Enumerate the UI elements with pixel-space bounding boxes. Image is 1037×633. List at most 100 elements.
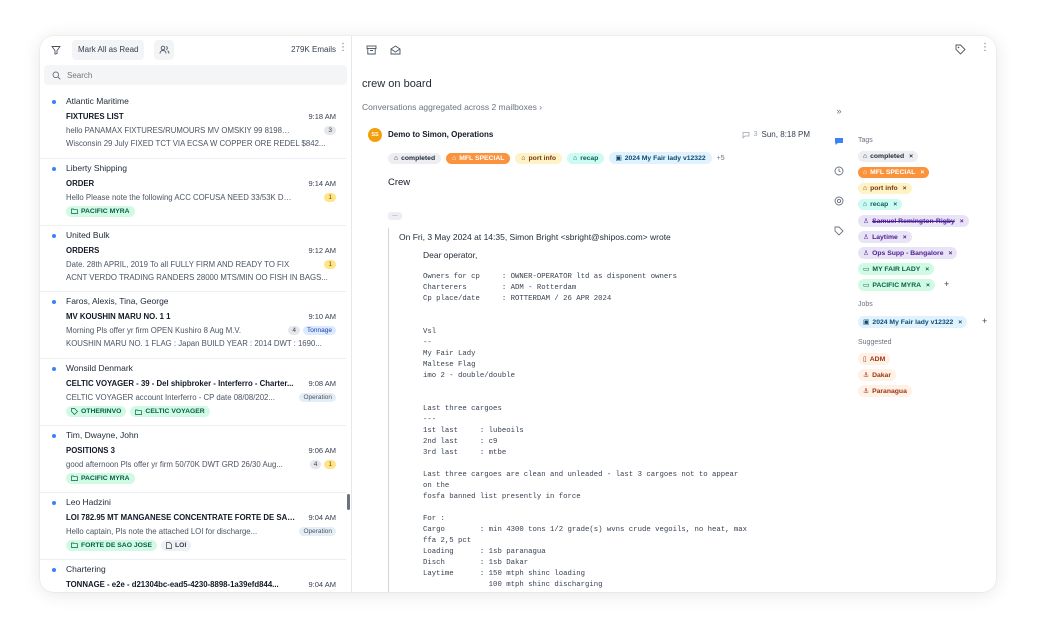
suggested-paranagua[interactable]: ⚓ Paranagua xyxy=(858,385,912,397)
tag-mfl-special[interactable]: ⌂ MFL SPECIAL xyxy=(446,152,511,164)
sidebar-tag-my-fair-lady[interactable]: ▭ MY FAIR LADY × xyxy=(858,263,935,275)
tag-toolbar-button[interactable] xyxy=(955,44,966,57)
more-tags-count[interactable]: +5 xyxy=(717,155,725,162)
kebab-menu-icon[interactable]: ⋮ xyxy=(338,42,348,53)
aggregated-mailboxes-link[interactable]: Conversations aggregated across 2 mailbo… xyxy=(362,102,542,112)
sidebar-tag-laytime[interactable]: ♙ Laytime × xyxy=(858,231,912,243)
unread-dot xyxy=(52,367,56,372)
people-icon xyxy=(159,45,169,54)
email-sender: Faros, Alexis, Tina, George xyxy=(66,296,169,307)
mark-unread-button[interactable] xyxy=(385,40,405,60)
folder-tag-label: PACIFIC MYRA xyxy=(81,474,130,482)
category-badge: Tonnage xyxy=(303,326,336,336)
quote-header: On Fri, 3 May 2024 at 14:35, Simon Brigh… xyxy=(399,232,671,242)
label-tag[interactable]: OTHERINVO xyxy=(66,406,127,418)
tag-recap[interactable]: ⌂ recap xyxy=(567,152,605,164)
job-tag[interactable]: ▣ 2024 My Fair lady v12322 xyxy=(609,152,712,164)
add-job-button[interactable]: + xyxy=(982,316,987,326)
folder-tag[interactable]: CELTIC VOYAGER xyxy=(130,406,210,418)
email-sender: Wonsild Denmark xyxy=(66,363,133,374)
thread-title: crew on board xyxy=(362,78,432,90)
document-icon xyxy=(166,541,172,549)
kebab-menu-icon[interactable]: ⋮ xyxy=(980,42,990,53)
email-row[interactable]: Faros, Alexis, Tina, George MV KOUSHIN M… xyxy=(40,292,346,360)
aggregated-text: Conversations aggregated across 2 mailbo… xyxy=(362,102,537,112)
briefcase-icon: ▣ xyxy=(863,319,870,326)
contacts-button[interactable] xyxy=(154,40,174,60)
folder-tag[interactable]: FORTE DE SAO JOSE xyxy=(66,539,158,551)
job-label: 2024 My Fair lady v12322 xyxy=(624,154,706,162)
sidebar-tag-port-info[interactable]: ⌂ port info × xyxy=(858,183,912,194)
remove-tag-icon[interactable]: × xyxy=(903,234,907,241)
search-box[interactable] xyxy=(44,65,347,85)
email-list: Atlantic Maritime FIXTURES LIST 9:18 AM … xyxy=(40,92,346,592)
sidebar-tag-mfl-special[interactable]: ⌂ MFL SPECIAL × xyxy=(858,167,930,178)
tag-completed[interactable]: ⌂ completed xyxy=(388,152,442,164)
email-list-panel: Mark All as Read 279K Emails ⋮ Atlantic … xyxy=(40,36,352,592)
email-preview: CELTIC VOYAGER account Interferro - CP d… xyxy=(66,393,275,403)
tag-icon xyxy=(834,226,844,236)
email-time: 9:14 AM xyxy=(308,178,336,188)
tag-label: Samuel Remington-Rigby xyxy=(872,217,955,225)
details-panel: Tags ⌂ completed × ⌂ MFL SPECIAL × ⌂ port inf… xyxy=(852,64,996,592)
document-tag[interactable]: LOI xyxy=(161,539,192,551)
sidebar-tag-ops-supp[interactable]: ♙ Ops Supp - Bangalore × xyxy=(858,247,958,259)
contacts-rail-button[interactable] xyxy=(832,194,846,208)
archive-button[interactable] xyxy=(361,40,381,60)
email-row[interactable]: Tim, Dwayne, John POSITIONS 3 9:06 AM go… xyxy=(40,426,346,493)
email-row[interactable]: Leo Hadzini LOI 782.95 MT MANGANESE CONC… xyxy=(40,493,346,560)
remove-tag-icon[interactable]: × xyxy=(893,201,897,208)
tag-label: recap xyxy=(580,154,599,162)
folder-tag[interactable]: PACIFIC MYRA xyxy=(66,472,135,484)
tags-rail-button[interactable] xyxy=(832,224,846,238)
email-row[interactable]: Wonsild Denmark CELTIC VOYAGER - 39 - De… xyxy=(40,359,346,426)
email-sender: Tim, Dwayne, John xyxy=(66,429,139,440)
sidebar-job[interactable]: ▣ 2024 My Fair lady v12322 × xyxy=(858,316,968,328)
remove-job-icon[interactable]: × xyxy=(958,319,962,326)
tag-icon: ⌂ xyxy=(863,201,868,208)
remove-tag-icon[interactable]: × xyxy=(920,169,924,176)
mark-all-read-button[interactable]: Mark All as Read xyxy=(72,40,145,60)
email-row[interactable]: United Bulk ORDERS 9:12 AM Date. 28th AP… xyxy=(40,226,346,293)
email-sender: Leo Hadzini xyxy=(66,496,111,507)
message-meta: 3 Sun, 8:18 PM xyxy=(742,130,810,139)
thread-count-badge: 1 xyxy=(324,192,336,202)
tag-port-info[interactable]: ⌂ port info xyxy=(515,152,563,164)
suggested-adm[interactable]: ▯ ADM xyxy=(858,353,891,365)
email-count: 279K Emails xyxy=(291,45,336,54)
chat-button[interactable] xyxy=(832,134,846,148)
sidebar-tag-recap[interactable]: ⌂ recap × xyxy=(858,199,903,210)
thread-count-badge: 3 xyxy=(324,126,336,135)
email-row[interactable]: Atlantic Maritime FIXTURES LIST 9:18 AM … xyxy=(40,92,346,159)
filter-button[interactable] xyxy=(46,40,66,60)
show-quoted-button[interactable]: ... xyxy=(388,211,402,220)
message-time: Sun, 8:18 PM xyxy=(761,130,810,139)
remove-tag-icon[interactable]: × xyxy=(960,218,964,225)
email-row[interactable]: Chartering TONNAGE - e2e - d21304bc-ead5… xyxy=(40,560,346,592)
remove-tag-icon[interactable]: × xyxy=(909,153,913,160)
remove-tag-icon[interactable]: × xyxy=(925,266,929,273)
remove-tag-icon[interactable]: × xyxy=(903,185,907,192)
remove-tag-icon[interactable]: × xyxy=(926,282,930,289)
add-tag-button[interactable]: + xyxy=(944,279,949,289)
suggested-dakar[interactable]: ⚓ Dakar xyxy=(858,369,896,381)
email-time: 9:08 AM xyxy=(308,379,336,389)
unread-dot xyxy=(52,300,56,305)
search-icon xyxy=(52,71,61,80)
list-scrollbar[interactable] xyxy=(347,494,350,510)
tag-icon: ⌂ xyxy=(394,154,399,162)
collapse-panel-button[interactable]: » xyxy=(832,104,846,118)
email-row[interactable]: Liberty Shipping ORDER 9:14 AM Hello Ple… xyxy=(40,159,346,226)
message-card: SS Demo to Simon, Operations 3 Sun, 8:18… xyxy=(362,122,820,592)
sidebar-tag-completed[interactable]: ⌂ completed × xyxy=(858,151,919,162)
history-button[interactable] xyxy=(832,164,846,178)
remove-tag-icon[interactable]: × xyxy=(948,250,952,257)
message-toolbar xyxy=(353,36,823,64)
sidebar-tag-person[interactable]: ♙ Samuel Remington-Rigby × xyxy=(858,215,969,227)
folder-tag[interactable]: PACIFIC MYRA xyxy=(66,205,135,217)
tag-label: PACIFIC MYRA xyxy=(872,281,922,289)
email-time: 9:04 AM xyxy=(308,579,336,589)
search-input[interactable] xyxy=(67,70,307,80)
unread-dot xyxy=(52,166,56,171)
sidebar-tag-pacific-myra[interactable]: ▭ PACIFIC MYRA × xyxy=(858,279,935,291)
